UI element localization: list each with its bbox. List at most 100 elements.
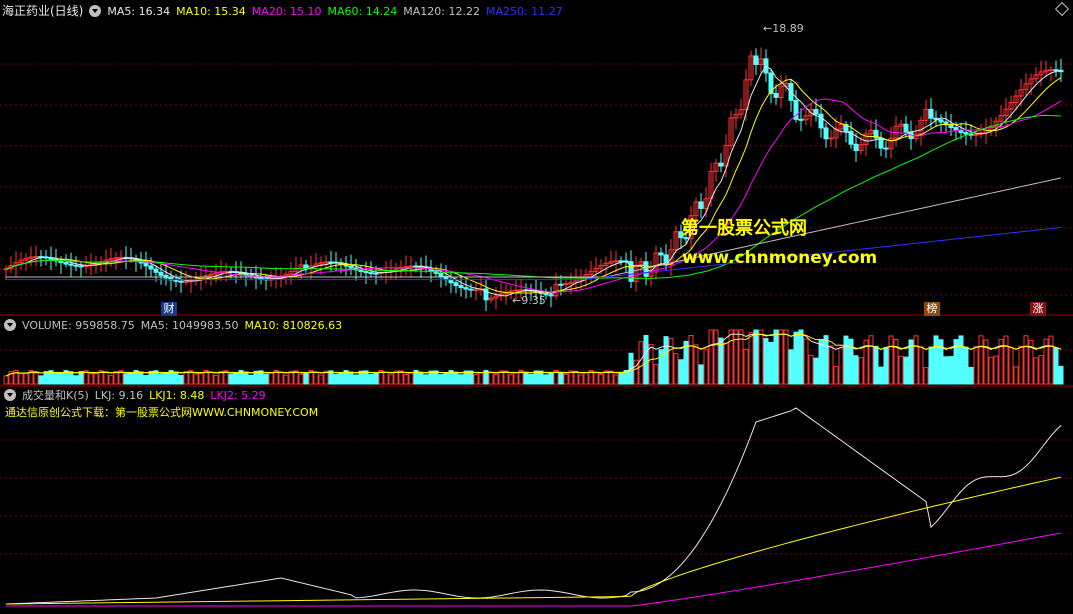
volume-bar — [1018, 345, 1024, 385]
volume-bar — [408, 372, 414, 385]
candle-body — [753, 55, 759, 66]
volume-bar — [778, 329, 784, 385]
volume-bar — [663, 336, 669, 385]
volume-bar — [913, 335, 919, 385]
ma-label-5: MA250: 11.27 — [485, 5, 563, 18]
volume-bar — [708, 329, 714, 385]
volume-bar — [303, 372, 309, 385]
indicator-dropdown-icon[interactable] — [4, 389, 16, 401]
volume-bar — [988, 356, 994, 385]
volume-bar — [803, 338, 809, 385]
vol-label-0: VOLUME: 959858.75 — [22, 319, 135, 332]
candle-body — [73, 264, 79, 267]
volume-bar — [298, 373, 304, 385]
volume-bar — [468, 370, 474, 385]
volume-bar — [743, 348, 749, 385]
candle-body — [58, 260, 64, 264]
finance-badge[interactable]: 财 — [161, 302, 177, 316]
vol-label-1: MA5: 1049983.50 — [140, 319, 239, 332]
volume-bar — [358, 370, 364, 385]
volume-bar — [818, 339, 824, 385]
volume-bar — [333, 373, 339, 385]
candle-body — [113, 257, 119, 260]
volume-bar — [388, 374, 394, 385]
volume-bar — [733, 329, 739, 385]
volume-bar — [383, 371, 389, 385]
volume-bar — [678, 359, 684, 385]
volume-bar — [808, 354, 814, 385]
candle-body — [698, 201, 704, 209]
volume-bar — [373, 372, 379, 385]
volume-bar — [798, 329, 804, 385]
dropdown-arrow-icon[interactable] — [89, 5, 102, 17]
volume-bar — [668, 337, 674, 385]
volume-bar — [1013, 366, 1019, 385]
volume-bar — [993, 355, 999, 385]
volume-bar — [93, 372, 99, 385]
candle-body — [473, 289, 479, 292]
watermark-url: www.chnmoney.com — [682, 248, 878, 268]
volume-bar — [193, 373, 199, 385]
volume-bar — [593, 372, 599, 385]
volume-bar — [968, 366, 974, 385]
volume-bar — [543, 374, 549, 385]
limit-up-badge[interactable]: 涨 — [1030, 302, 1046, 316]
volume-bar — [213, 374, 219, 385]
volume-bar — [978, 335, 984, 385]
volume-bar — [263, 373, 269, 385]
volume-bar — [253, 370, 259, 385]
candle-body — [613, 260, 619, 263]
volume-bar — [963, 346, 969, 385]
volume-bar — [58, 372, 64, 385]
volume-bar — [233, 372, 239, 385]
volume-bar — [1023, 335, 1029, 385]
ma-label-2: MA20: 15.10 — [251, 5, 322, 18]
ranking-badge[interactable]: 榜 — [924, 302, 940, 316]
vol-label-2: MA10: 810826.63 — [244, 319, 343, 332]
volume-bar — [103, 371, 109, 385]
volume-bar — [813, 357, 819, 385]
ma-label-4: MA120: 12.22 — [403, 5, 480, 18]
ma250-line — [6, 226, 1062, 281]
volume-bar — [288, 370, 294, 385]
volume-bar — [933, 335, 939, 385]
volume-bar — [1003, 335, 1009, 385]
candle-body — [363, 270, 369, 274]
volume-bar — [393, 370, 399, 385]
candle-body — [153, 268, 159, 273]
volume-bar — [948, 356, 954, 385]
lkj-line — [5, 407, 1062, 605]
candle-body — [368, 272, 374, 275]
volume-bar — [873, 345, 879, 385]
volume-bar — [163, 372, 169, 385]
volume-bar — [658, 349, 664, 385]
candle-body — [938, 119, 944, 123]
volume-bar — [973, 346, 979, 385]
volume-bar — [473, 374, 479, 385]
candle-body — [563, 283, 569, 286]
volume-bar — [653, 363, 659, 385]
volume-bar — [183, 370, 189, 385]
volume-dropdown-icon[interactable] — [4, 319, 16, 331]
volume-bar — [688, 335, 694, 385]
volume-bar — [243, 371, 249, 385]
volume-bar — [88, 373, 94, 385]
candle-body — [223, 270, 229, 273]
volume-bar — [1038, 355, 1044, 385]
candle-body — [883, 147, 889, 150]
volume-panel-header: VOLUME: 959858.75 MA5: 1049983.50 MA10: 81… — [0, 317, 354, 335]
volume-bar — [943, 356, 949, 385]
volume-bar — [618, 371, 624, 385]
volume-bar — [793, 331, 799, 385]
volume-bar — [528, 374, 534, 385]
volume-bar — [513, 371, 519, 385]
volume-bar — [573, 370, 579, 385]
volume-bar — [488, 372, 494, 385]
volume-bar — [113, 371, 119, 385]
volume-bar — [38, 375, 44, 385]
candle-body — [928, 108, 934, 119]
volume-bar — [643, 334, 649, 385]
candle-body — [63, 262, 69, 265]
volume-bar — [898, 355, 904, 385]
candle-body — [518, 289, 524, 292]
